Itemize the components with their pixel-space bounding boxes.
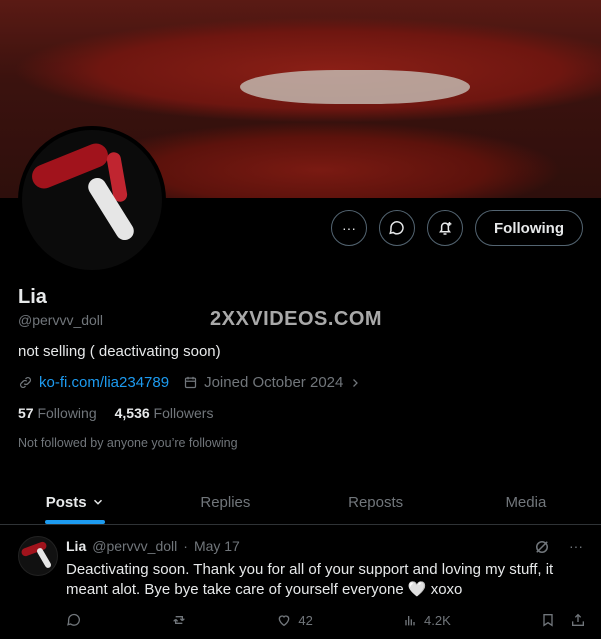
profile-handle: @pervvv_doll [18,312,104,328]
post-date[interactable]: May 17 [194,538,240,554]
repost-button[interactable] [171,612,187,628]
followers-count-link[interactable]: 4,536 Followers [115,405,214,421]
like-button[interactable]: 42 [276,612,313,628]
profile-bio: not selling ( deactivating soon) [18,343,221,360]
profile-link[interactable]: ko-fi.com/lia234789 [18,374,169,391]
notify-icon [439,222,452,235]
reply-icon [67,613,80,626]
post-more-button[interactable]: ··· [569,538,583,556]
post-actions: 42 4.2K [66,612,586,628]
profile-avatar[interactable] [18,126,166,274]
post-text: Deactivating soon. Thank you for all of … [66,561,554,598]
tab-media[interactable]: Media [451,480,601,524]
following-count-link[interactable]: 57 Following [18,405,97,421]
repost-icon [173,616,185,624]
not-followed-text: Not followed by anyone you’re following [18,436,238,450]
calendar-icon [184,376,197,389]
post-author-name[interactable]: Lia [66,538,86,554]
post-separator: · [183,538,188,554]
share-icon[interactable] [570,612,586,628]
chevron-down-icon [93,499,102,505]
post-item[interactable]: Lia @pervvv_doll · May 17 ··· Deactivati… [0,524,601,639]
joined-date[interactable]: Joined October 2024 [183,374,361,391]
joined-text: Joined October 2024 [204,374,344,391]
message-button[interactable] [379,210,416,246]
post-author-handle[interactable]: @pervvv_doll [92,538,177,554]
views-button[interactable]: 4.2K [402,612,451,628]
more-button[interactable]: ··· [331,210,368,246]
profile-actions: ··· Following [331,210,583,246]
following-count: 57 [18,405,34,421]
following-label: Following [37,405,97,421]
tab-replies[interactable]: Replies [150,480,300,524]
bookmark-icon[interactable] [540,612,556,628]
message-icon [389,221,404,235]
following-button[interactable]: Following [475,210,583,246]
views-icon [405,616,415,626]
profile-link-text[interactable]: ko-fi.com/lia234789 [39,374,169,391]
profile-meta: ko-fi.com/lia234789 Joined October 2024 [18,374,361,391]
like-icon [279,615,290,627]
followers-count: 4,536 [114,405,150,421]
tab-posts-label: Posts [45,493,87,511]
follow-counts: 57 Following 4,536 Followers [18,405,213,421]
post-tools: ··· [533,538,583,556]
post-avatar[interactable] [18,536,58,576]
reply-button[interactable] [66,612,82,628]
link-icon [20,377,31,388]
watermark: 2XXVIDEOS.COM [210,308,383,330]
notify-button[interactable] [427,210,464,246]
tab-posts[interactable]: Posts [0,480,150,524]
tab-reposts[interactable]: Reposts [301,480,451,524]
post-header: Lia @pervvv_doll · May 17 [66,538,240,554]
like-count: 42 [298,612,313,628]
chevron-right-icon [353,378,359,387]
followers-label: Followers [153,405,214,421]
more-icon: ··· [342,220,357,236]
profile-tabs: Posts Replies Reposts Media [0,480,601,525]
grok-icon[interactable] [533,538,551,556]
bookmark-share-group [540,612,586,628]
view-count: 4.2K [424,612,451,628]
banner-image-detail [240,70,470,104]
profile-name: Lia [18,286,47,308]
